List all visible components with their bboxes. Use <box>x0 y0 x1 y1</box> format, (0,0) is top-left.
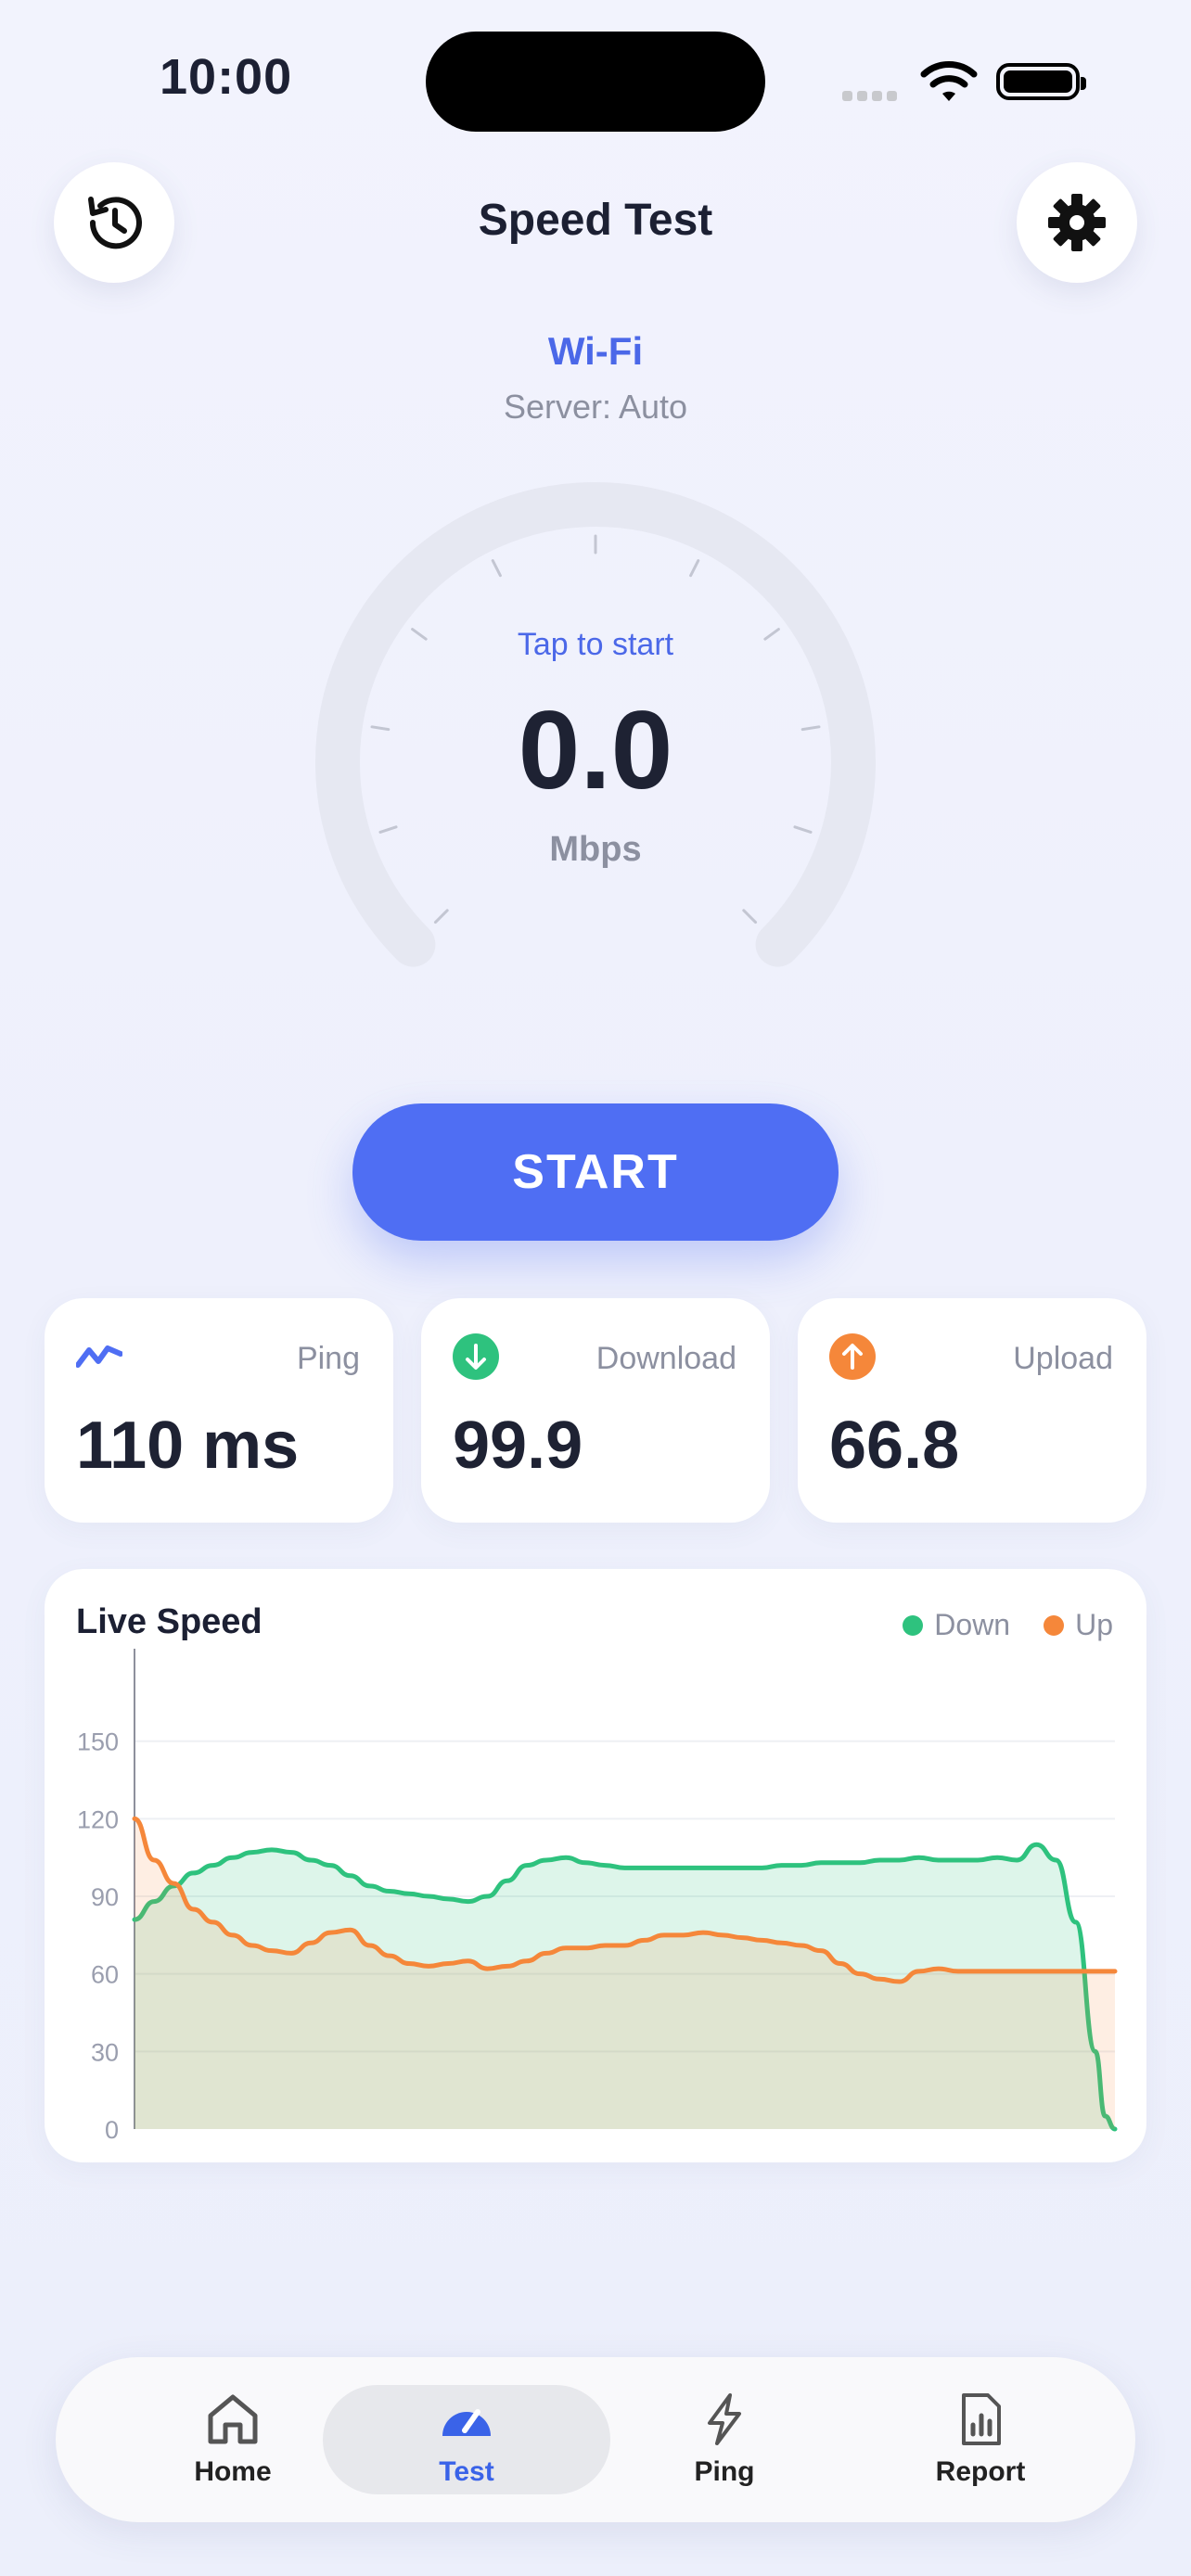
report-icon <box>962 2393 1001 2445</box>
live-speed-card: 0 30 60 90 120 150 Live Speed Down Up <box>45 1569 1146 2162</box>
tab-test[interactable]: Test <box>323 2385 610 2494</box>
bolt-icon <box>708 2393 741 2445</box>
home-icon <box>208 2394 258 2444</box>
y-tick-label: 120 <box>77 1805 119 1833</box>
legend-dot-down <box>903 1614 924 1636</box>
wifi-icon <box>920 61 978 101</box>
gauge-tick <box>491 559 502 578</box>
arrow-down-icon <box>453 1333 499 1380</box>
speed-value: 0.0 <box>518 688 673 812</box>
legend-item-down: Down <box>903 1608 1010 1642</box>
settings-button[interactable] <box>1017 162 1137 283</box>
arrow-up-icon <box>829 1333 876 1380</box>
ping-value: 110 ms <box>76 1409 300 1483</box>
tab-bar: Home Test Ping Report <box>56 2357 1135 2522</box>
network-name[interactable]: Wi-Fi <box>0 329 1191 374</box>
y-tick-label: 60 <box>91 1961 119 1989</box>
tab-ping-label: Ping <box>694 2456 755 2487</box>
page-title: Speed Test <box>478 196 713 245</box>
dynamic-island <box>426 32 765 132</box>
speed-unit: Mbps <box>549 830 642 869</box>
download-label: Download <box>596 1341 736 1376</box>
y-tick-label: 30 <box>91 2038 119 2066</box>
start-button[interactable]: START <box>352 1103 839 1241</box>
tap-to-start-label: Tap to start <box>517 627 674 662</box>
tab-report-label: Report <box>935 2456 1026 2487</box>
legend-item-up: Up <box>1044 1608 1113 1642</box>
gear-icon <box>1048 194 1106 251</box>
tab-home-label: Home <box>194 2456 272 2487</box>
tab-report[interactable]: Report <box>837 2385 1124 2494</box>
battery-icon <box>996 63 1086 100</box>
download-card: Download 99.9 <box>421 1298 770 1523</box>
tab-ping[interactable]: Ping <box>581 2385 868 2494</box>
status-time: 10:00 <box>160 49 293 105</box>
tab-test-label: Test <box>439 2456 494 2487</box>
live-speed-chart: 0 30 60 90 120 150 <box>77 1649 1118 2144</box>
ping-card: Ping 110 ms <box>45 1298 393 1523</box>
y-tick-label: 90 <box>91 1883 119 1911</box>
server-label[interactable]: Server: Auto <box>0 388 1191 427</box>
pulse-icon <box>76 1345 122 1368</box>
speedometer-icon <box>442 2409 491 2436</box>
chart-legend: Down Up <box>903 1608 1113 1642</box>
chart-title: Live Speed <box>76 1602 263 1641</box>
gauge-tick <box>689 559 700 578</box>
ping-label: Ping <box>296 1341 360 1376</box>
upload-value: 66.8 <box>829 1409 960 1483</box>
upload-label: Upload <box>1013 1341 1113 1376</box>
gauge-tick <box>433 909 449 925</box>
y-tick-label: 0 <box>105 2116 119 2144</box>
gauge-tick <box>742 909 758 925</box>
legend-dot-up <box>1044 1614 1065 1636</box>
download-value: 99.9 <box>453 1409 583 1483</box>
legend-label-down: Down <box>934 1608 1011 1641</box>
cellular-signal-icon <box>842 89 902 106</box>
y-tick-label: 150 <box>77 1728 119 1756</box>
legend-label-up: Up <box>1075 1608 1113 1641</box>
upload-card: Upload 66.8 <box>798 1298 1146 1523</box>
